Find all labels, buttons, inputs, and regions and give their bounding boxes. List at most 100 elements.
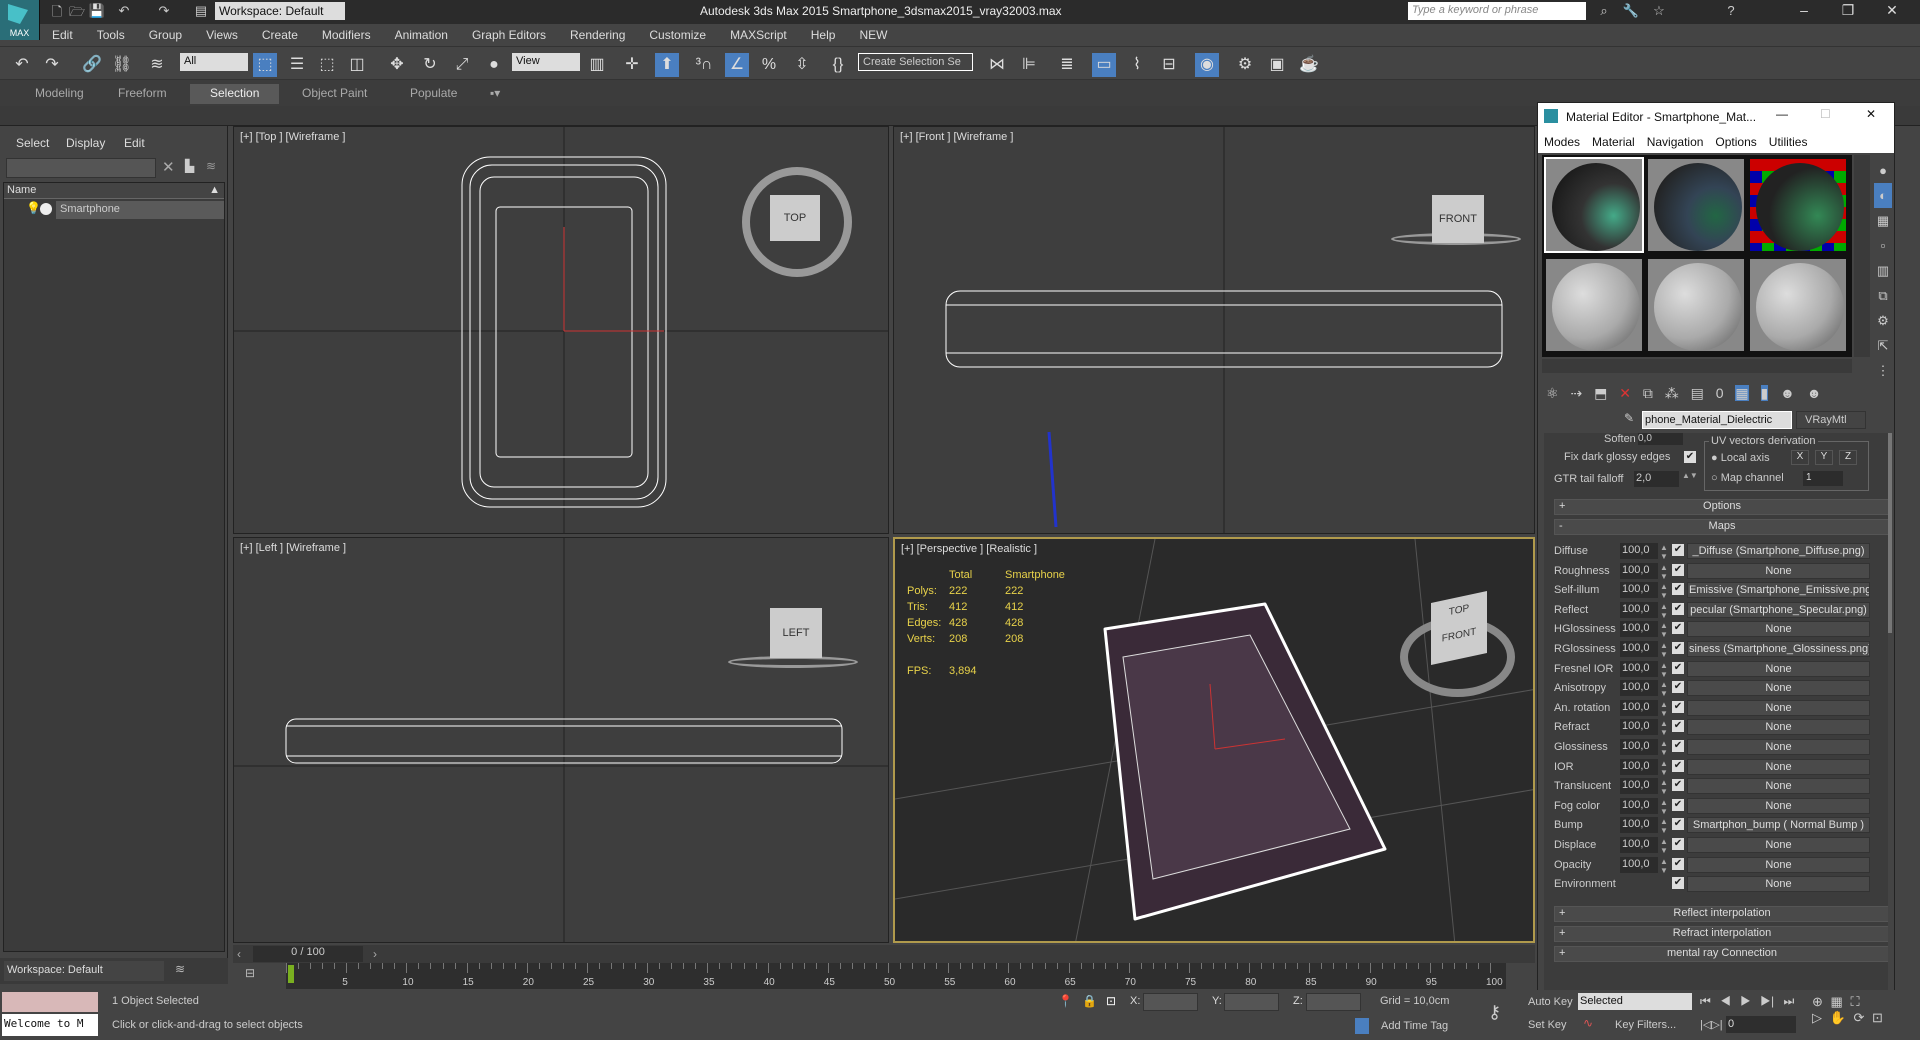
sample-slot[interactable] [1544,157,1644,253]
map-slot-button[interactable]: pecular (Smartphone_Specular.png) [1687,601,1870,618]
next-frame-icon[interactable]: › [373,947,377,961]
new-file-icon[interactable]: 🗋 [48,3,66,21]
soften-field[interactable]: 0,0 [1638,433,1683,445]
map-slot-button[interactable]: None [1687,719,1870,736]
tab-selection[interactable]: Selection [190,84,280,104]
x-coordinate-field[interactable] [1143,993,1198,1011]
align-icon[interactable]: ⊫ [1017,53,1041,77]
window-crossing-icon[interactable]: ◫ [345,53,369,77]
viewcube[interactable]: TOP [770,195,820,241]
set-key-icon[interactable]: ⚷ [1488,1002,1501,1023]
make-unique-icon[interactable]: ⁂ [1665,385,1679,401]
workspace-dropdown[interactable]: Workspace: Default [215,2,345,20]
name-column-header[interactable]: Name ▲ [4,183,224,199]
spinner-icon[interactable]: ▲▼ [1660,563,1668,581]
eyedropper-icon[interactable]: ✎ [1624,411,1634,425]
rollout-refract-interpolation[interactable]: + Refract interpolation [1554,925,1888,942]
map-enabled-checkbox[interactable]: ✔ [1672,798,1684,811]
time-slider-thumb[interactable]: 0 / 100 [253,946,363,962]
subscription-icon[interactable]: 🔧 [1622,3,1640,21]
spinner-icon[interactable]: ▲▼ [1660,857,1668,875]
spinner-icon[interactable]: ▲▼ [1660,641,1668,659]
search-input[interactable]: Type a keyword or phrase [1408,2,1586,20]
map-amount-field[interactable]: 100,0 [1620,856,1658,873]
play-icon[interactable]: ▶ [1740,994,1751,1008]
close-button[interactable]: ✕ [1872,2,1912,22]
map-amount-field[interactable]: 100,0 [1620,817,1658,834]
go-forward-icon[interactable]: ☻ [1807,385,1822,401]
menu-rendering[interactable]: Rendering [558,24,637,42]
menu-group[interactable]: Group [137,24,194,42]
material-id-icon[interactable]: 0 [1716,385,1724,401]
tab-populate[interactable]: Populate [390,84,477,104]
material-type-button[interactable]: VRayMtl [1796,411,1866,429]
viewport-top[interactable]: [+] [Top ] [Wireframe ] TOP [233,126,889,534]
map-amount-field[interactable]: 100,0 [1620,778,1658,795]
map-slot-button[interactable]: None [1687,562,1870,579]
local-axis-radio[interactable]: ● Local axis [1711,452,1770,464]
app-logo-button[interactable]: MAX [0,0,40,40]
explorer-menu-edit[interactable]: Edit [124,136,145,150]
map-slot-button[interactable]: None [1687,739,1870,755]
map-slot-button[interactable]: None [1687,876,1870,893]
sample-slot[interactable] [1544,257,1644,353]
spinner-icon[interactable]: ▲▼ [1660,661,1668,679]
mini-curve-editor-icon[interactable]: ⊟ [245,966,255,980]
map-enabled-checkbox[interactable]: ✔ [1672,838,1684,850]
put-to-scene-icon[interactable]: ⇢ [1570,385,1582,401]
clear-search-icon[interactable]: ✕ [162,158,175,176]
minimize-button[interactable]: — [1776,107,1788,121]
map-channel-radio[interactable]: ○ Map channel [1711,472,1784,484]
map-enabled-checkbox[interactable]: ✔ [1672,681,1684,694]
map-enabled-checkbox[interactable]: ✔ [1672,622,1684,635]
key-mode-dropdown[interactable]: Selected [1578,993,1692,1010]
place-icon[interactable]: ● [482,53,506,77]
link-icon[interactable]: 🔗 [80,53,104,77]
close-button[interactable]: ✕ [1866,107,1876,121]
material-name-field[interactable]: phone_Material_Dielectric [1642,411,1792,429]
next-key-icon[interactable]: ▶| [1760,994,1774,1008]
show-end-result-icon[interactable]: ▮ [1760,385,1769,401]
map-amount-field[interactable]: 100,0 [1620,543,1658,559]
menu-modifiers[interactable]: Modifiers [310,24,383,42]
make-preview-icon[interactable]: ⧉ [1874,283,1892,308]
time-slider[interactable]: ‹ 0 / 100 › [233,945,1535,963]
axis-y-button[interactable]: Y [1815,450,1833,465]
spinner-icon[interactable]: ▲▼ [1660,798,1668,816]
menu-new[interactable]: NEW [847,24,899,42]
star-icon[interactable]: ☆ [1650,3,1668,21]
edit-named-selection-icon[interactable]: {} [826,53,850,77]
named-selection-set-dropdown[interactable]: Create Selection Se [858,53,973,71]
workspace-selector[interactable]: Workspace: Default [4,961,164,981]
key-mode-toggle-icon[interactable]: |◁▷| [1700,1018,1723,1031]
maxscript-mini-listener[interactable]: Welcome to M [2,1014,98,1036]
save-icon[interactable]: 💾 [88,3,106,21]
background-icon[interactable]: ▦ [1874,208,1892,233]
spinner-icon[interactable]: ▲▼ [1660,680,1668,698]
map-amount-field[interactable]: 100,0 [1620,699,1658,716]
map-amount-field[interactable]: 100,0 [1620,739,1658,755]
zoom-all-icon[interactable]: ▦ [1831,994,1843,1009]
get-material-icon[interactable]: ⚛ [1546,385,1559,401]
map-enabled-checkbox[interactable]: ✔ [1672,877,1684,890]
horizontal-scrollbar[interactable] [1542,359,1852,373]
render-setup-icon[interactable]: ⚙ [1233,53,1257,77]
select-object-icon[interactable]: ⬚ [253,53,277,77]
menu-animation[interactable]: Animation [383,24,460,42]
map-amount-field[interactable]: 100,0 [1620,601,1658,618]
map-enabled-checkbox[interactable]: ✔ [1672,857,1684,870]
tab-modeling[interactable]: Modeling [15,84,104,104]
video-color-check-icon[interactable]: ▥ [1874,258,1892,283]
set-key-button[interactable]: Set Key [1528,1019,1567,1031]
uv-tiling-icon[interactable]: ▫ [1874,233,1892,258]
percent-snap-icon[interactable]: % [757,53,781,77]
options-icon[interactable]: ⚙ [1874,308,1892,333]
maximize-button[interactable]: ☐ [1820,107,1831,121]
viewcube[interactable]: TOP FRONT [1431,591,1487,665]
menu-options[interactable]: Options [1709,131,1762,153]
manipulate-icon[interactable]: ✛ [620,53,644,77]
map-enabled-checkbox[interactable]: ✔ [1672,563,1684,576]
map-amount-field[interactable]: 100,0 [1620,719,1658,736]
go-to-parent-icon[interactable]: ☻ [1780,385,1795,401]
ribbon-options-icon[interactable]: ▪▾ [470,84,520,104]
